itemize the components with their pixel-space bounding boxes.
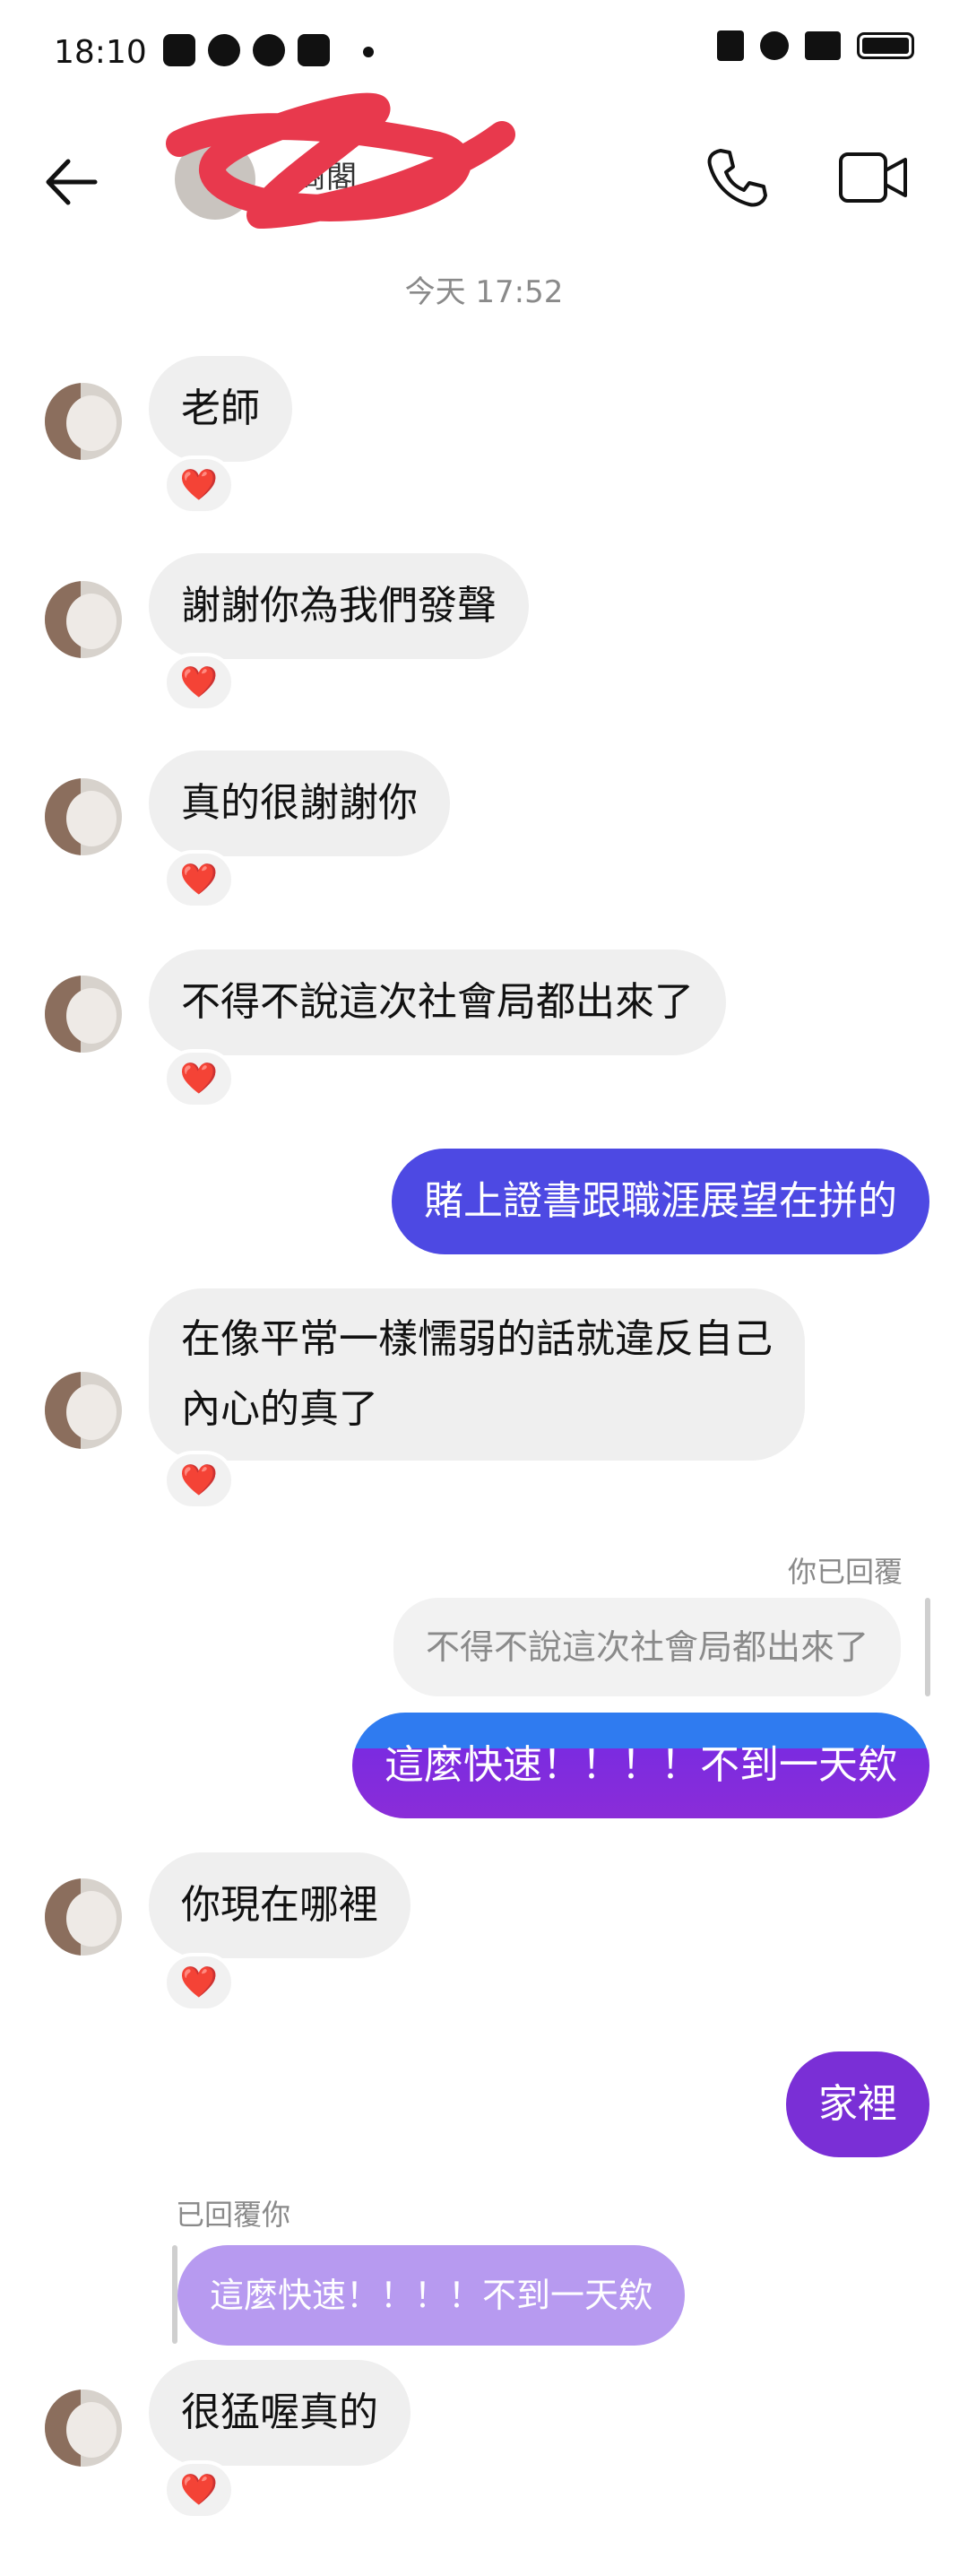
nfc-icon xyxy=(717,30,744,61)
quoted-message[interactable]: 這麼快速！！！！不到一天欸 xyxy=(177,2245,686,2346)
sender-avatar[interactable] xyxy=(45,976,122,1053)
video-call-icon[interactable] xyxy=(837,145,909,210)
system-icons xyxy=(717,30,914,61)
outgoing-message[interactable]: 賭上證書跟職涯展望在拼的 xyxy=(392,1149,929,1254)
more-notifications-dot xyxy=(363,47,374,57)
mute-icon xyxy=(760,31,789,60)
heart-reaction[interactable]: ❤️ xyxy=(163,1049,235,1108)
line-icon xyxy=(253,34,285,66)
heart-reaction[interactable]: ❤️ xyxy=(163,850,235,909)
sender-avatar[interactable] xyxy=(45,1878,122,1956)
back-arrow-icon[interactable] xyxy=(41,151,104,213)
status-bar: 18:10 xyxy=(0,0,968,108)
sender-avatar[interactable] xyxy=(45,778,122,855)
incoming-message[interactable]: 真的很謝謝你 xyxy=(149,750,450,856)
status-time: 18:10 xyxy=(54,34,147,71)
incoming-message[interactable]: 在像平常一樣懦弱的話就違反自己內心的真了 xyxy=(149,1288,805,1461)
heart-reaction[interactable]: ❤️ xyxy=(163,455,235,515)
sender-avatar[interactable] xyxy=(45,383,122,460)
reply-label: 已回覆你 xyxy=(176,2198,291,2232)
phone-call-icon[interactable] xyxy=(704,145,769,210)
signal-icon xyxy=(805,31,841,60)
contact-name[interactable]: 商閣 xyxy=(296,152,357,196)
incoming-message[interactable]: 謝謝你為我們發聲 xyxy=(149,553,529,659)
heart-reaction[interactable]: ❤️ xyxy=(163,1451,235,1510)
heart-reaction[interactable]: ❤️ xyxy=(163,2460,235,2520)
contact-avatar[interactable] xyxy=(175,139,255,220)
battery-icon xyxy=(857,32,914,59)
incoming-message[interactable]: 你現在哪裡 xyxy=(149,1852,411,1958)
sender-avatar[interactable] xyxy=(45,581,122,658)
notification-icons xyxy=(163,34,330,66)
conversation-timestamp: 今天 17:52 xyxy=(404,274,564,310)
outgoing-message[interactable]: 家裡 xyxy=(786,2051,929,2157)
quote-bar xyxy=(925,1598,930,1696)
incoming-message[interactable]: 很猛喔真的 xyxy=(149,2360,411,2466)
heart-reaction[interactable]: ❤️ xyxy=(163,653,235,712)
outgoing-message[interactable]: 這麼快速！！！！不到一天欸 xyxy=(352,1713,929,1818)
reply-label: 你已回覆 xyxy=(787,1555,903,1589)
sender-avatar[interactable] xyxy=(45,1372,122,1449)
discord-icon xyxy=(163,34,195,66)
youtube-icon xyxy=(298,34,330,66)
messenger-icon xyxy=(208,34,240,66)
quoted-message[interactable]: 不得不說這次社會局都出來了 xyxy=(393,1598,901,1696)
heart-reaction[interactable]: ❤️ xyxy=(163,1953,235,2012)
sender-avatar[interactable] xyxy=(45,2390,122,2467)
incoming-message[interactable]: 不得不說這次社會局都出來了 xyxy=(149,950,726,1055)
incoming-message[interactable]: 老師 xyxy=(149,356,292,462)
